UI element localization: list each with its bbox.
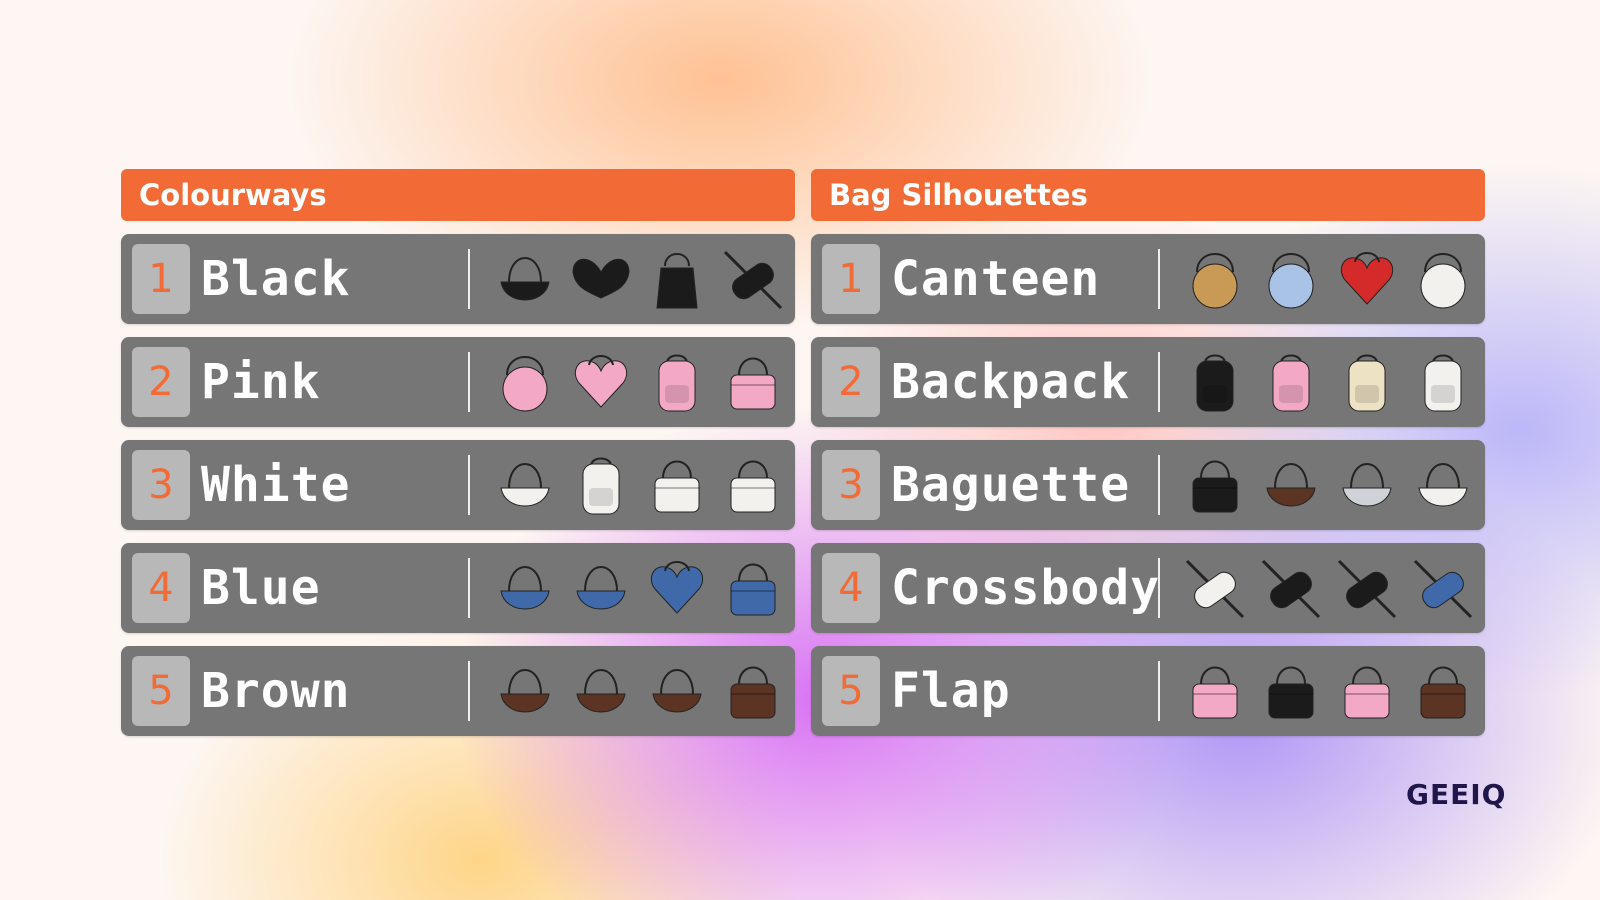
bag-thumbnails	[491, 551, 791, 625]
blue-crossbody-icon	[1409, 551, 1477, 625]
geeiq-logo: GEEIQ	[1406, 778, 1507, 811]
black-floral-crossbody-icon	[1257, 551, 1325, 625]
row-label: Brown	[201, 663, 351, 719]
bag-thumbnails	[1181, 345, 1481, 419]
divider	[468, 249, 470, 309]
rank-badge: 2	[132, 347, 190, 417]
silver-baguette-icon	[1333, 448, 1401, 522]
black-bucket-bag-icon	[643, 242, 711, 316]
white-crossbody-icon	[1181, 551, 1249, 625]
brown-baguette-icon	[1257, 448, 1325, 522]
divider	[468, 558, 470, 618]
black-white-backpack-icon	[1409, 345, 1477, 419]
rank-badge: 4	[822, 553, 880, 623]
black-bat-wing-bag-icon	[567, 242, 635, 316]
rank-badge: 3	[822, 450, 880, 520]
blue-denim-bow-bag-icon	[491, 551, 559, 625]
pink-quilted-bag-icon	[719, 345, 787, 419]
bag-thumbnails	[1181, 551, 1481, 625]
row-label: Crossbody	[891, 560, 1161, 616]
row-label: Backpack	[891, 354, 1131, 410]
pink-pearl-flap-icon	[1181, 654, 1249, 728]
divider	[468, 661, 470, 721]
pink-ball-bag-icon	[491, 345, 559, 419]
pink-backpack-icon	[1257, 345, 1325, 419]
divider	[1158, 661, 1160, 721]
row-label: Blue	[201, 560, 321, 616]
row-label: Canteen	[891, 251, 1101, 307]
divider	[1158, 455, 1160, 515]
black-quilted-baguette-icon	[1181, 448, 1249, 522]
list-item-row-4[interactable]: 4 Crossbody	[811, 543, 1485, 633]
row-label: Flap	[891, 663, 1011, 719]
list-item-row-2[interactable]: 2 Pink	[121, 337, 795, 427]
rank-badge: 1	[822, 244, 880, 314]
bag-silhouettes-header: Bag Silhouettes	[811, 169, 1485, 221]
divider	[1158, 249, 1160, 309]
brown-hobo-bag-icon	[643, 654, 711, 728]
bag-thumbnails	[491, 654, 791, 728]
colourways-header: Colourways	[121, 169, 795, 221]
rattan-canteen-bag-icon	[1181, 242, 1249, 316]
black-crossbody-icon	[1333, 551, 1401, 625]
divider	[468, 455, 470, 515]
blue-heart-bag-icon	[643, 551, 711, 625]
bag-thumbnails	[491, 448, 791, 522]
bag-thumbnails	[1181, 242, 1481, 316]
white-bow-backpack-icon	[567, 448, 635, 522]
brown-flap-bag-icon	[719, 654, 787, 728]
white-quilted-tote-icon	[719, 448, 787, 522]
colourways-panel: Colourways 1 Black 2 Pink 3 White 4 Blue 5 Br…	[121, 169, 795, 736]
rank-badge: 5	[132, 656, 190, 726]
white-baguette-icon	[1409, 448, 1477, 522]
list-item-row-3[interactable]: 3 White	[121, 440, 795, 530]
rank-badge: 5	[822, 656, 880, 726]
rank-badge: 3	[132, 450, 190, 520]
brown-ruched-bag-icon	[491, 654, 559, 728]
black-backpack-icon	[1181, 345, 1249, 419]
list-item-row-4[interactable]: 4 Blue	[121, 543, 795, 633]
black-crossbody-bag-icon	[719, 242, 787, 316]
list-item-row-1[interactable]: 1 Black	[121, 234, 795, 324]
divider	[1158, 558, 1160, 618]
black-leopard-flap-icon	[1257, 654, 1325, 728]
row-label: Pink	[201, 354, 321, 410]
pink-bow-backpack-icon	[643, 345, 711, 419]
butterfly-canteen-bag-icon	[1257, 242, 1325, 316]
bag-thumbnails	[1181, 654, 1481, 728]
cream-backpack-icon	[1333, 345, 1401, 419]
blue-denim-chain-bag-icon	[567, 551, 635, 625]
list-item-row-2[interactable]: 2 Backpack	[811, 337, 1485, 427]
rank-badge: 1	[132, 244, 190, 314]
bag-silhouettes-panel: Bag Silhouettes 1 Canteen 2 Backpack 3 Bagu…	[811, 169, 1485, 736]
divider	[468, 352, 470, 412]
divider	[1158, 352, 1160, 412]
blue-denim-tote-icon	[719, 551, 787, 625]
pink-heart-bag-icon	[567, 345, 635, 419]
white-bow-tote-icon	[643, 448, 711, 522]
row-label: Black	[201, 251, 351, 307]
list-item-row-5[interactable]: 5 Brown	[121, 646, 795, 736]
rank-badge: 4	[132, 553, 190, 623]
white-bow-canteen-bag-icon	[1409, 242, 1477, 316]
rank-badge: 2	[822, 347, 880, 417]
list-item-row-3[interactable]: 3 Baguette	[811, 440, 1485, 530]
bag-thumbnails	[491, 242, 791, 316]
white-shoulder-bag-icon	[491, 448, 559, 522]
red-heart-canteen-bag-icon	[1333, 242, 1401, 316]
black-brown-flap-icon	[1409, 654, 1477, 728]
bag-thumbnails	[491, 345, 791, 419]
row-label: Baguette	[891, 457, 1131, 513]
bag-thumbnails	[1181, 448, 1481, 522]
black-baguette-bag-icon	[491, 242, 559, 316]
row-label: White	[201, 457, 351, 513]
brown-shoulder-bag-icon	[567, 654, 635, 728]
list-item-row-1[interactable]: 1 Canteen	[811, 234, 1485, 324]
list-item-row-5[interactable]: 5 Flap	[811, 646, 1485, 736]
pink-chain-flap-icon	[1333, 654, 1401, 728]
